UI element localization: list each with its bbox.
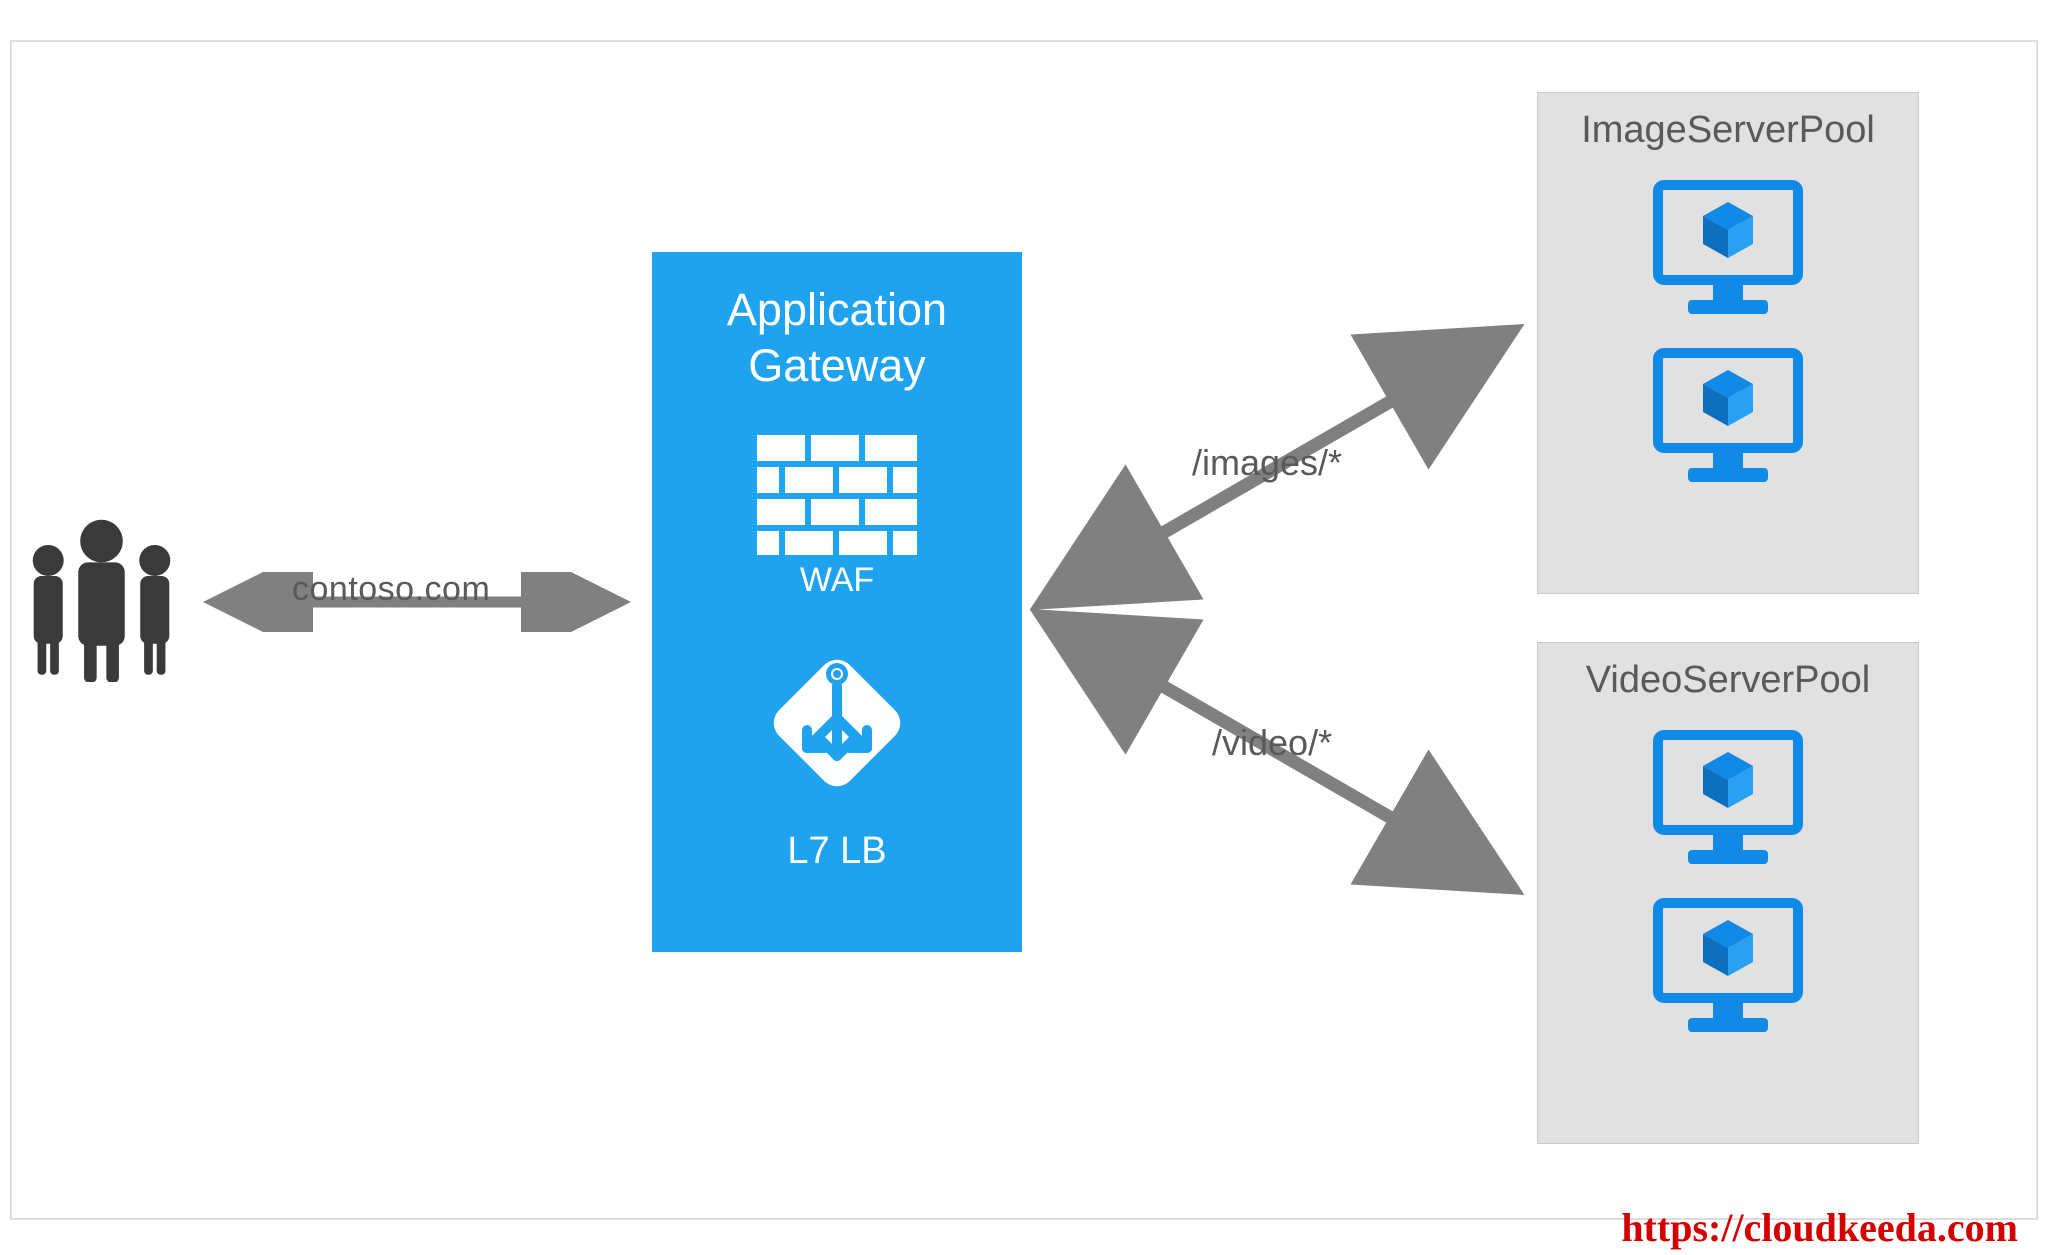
watermark-text: https://cloudkeeda.com xyxy=(1621,1204,2018,1251)
load-balancer-icon xyxy=(752,638,922,808)
video-server-pool: VideoServerPool xyxy=(1537,642,1919,1144)
vm-icon xyxy=(1653,180,1803,320)
vm-icon xyxy=(1653,898,1803,1038)
route-arrows xyxy=(1022,242,1532,972)
video-pool-title: VideoServerPool xyxy=(1538,659,1918,702)
image-pool-title: ImageServerPool xyxy=(1538,109,1918,152)
application-gateway-box: Application Gateway xyxy=(652,252,1022,952)
waf-label: WAF xyxy=(652,561,1022,600)
waf-icon xyxy=(757,435,917,555)
users-icon xyxy=(24,512,179,687)
gateway-title-line1: Application xyxy=(727,284,947,335)
l7-lb-label: L7 LB xyxy=(652,830,1022,873)
route-images-label: /images/* xyxy=(1192,442,1342,484)
image-server-pool: ImageServerPool xyxy=(1537,92,1919,594)
vm-icon xyxy=(1653,348,1803,488)
gateway-title: Application Gateway xyxy=(652,282,1022,395)
route-video-label: /video/* xyxy=(1212,722,1332,764)
domain-label: contoso.com xyxy=(292,570,490,609)
diagram-frame: contoso.com Application Gateway xyxy=(10,40,2038,1220)
vm-icon xyxy=(1653,730,1803,870)
gateway-title-line2: Gateway xyxy=(748,340,926,391)
